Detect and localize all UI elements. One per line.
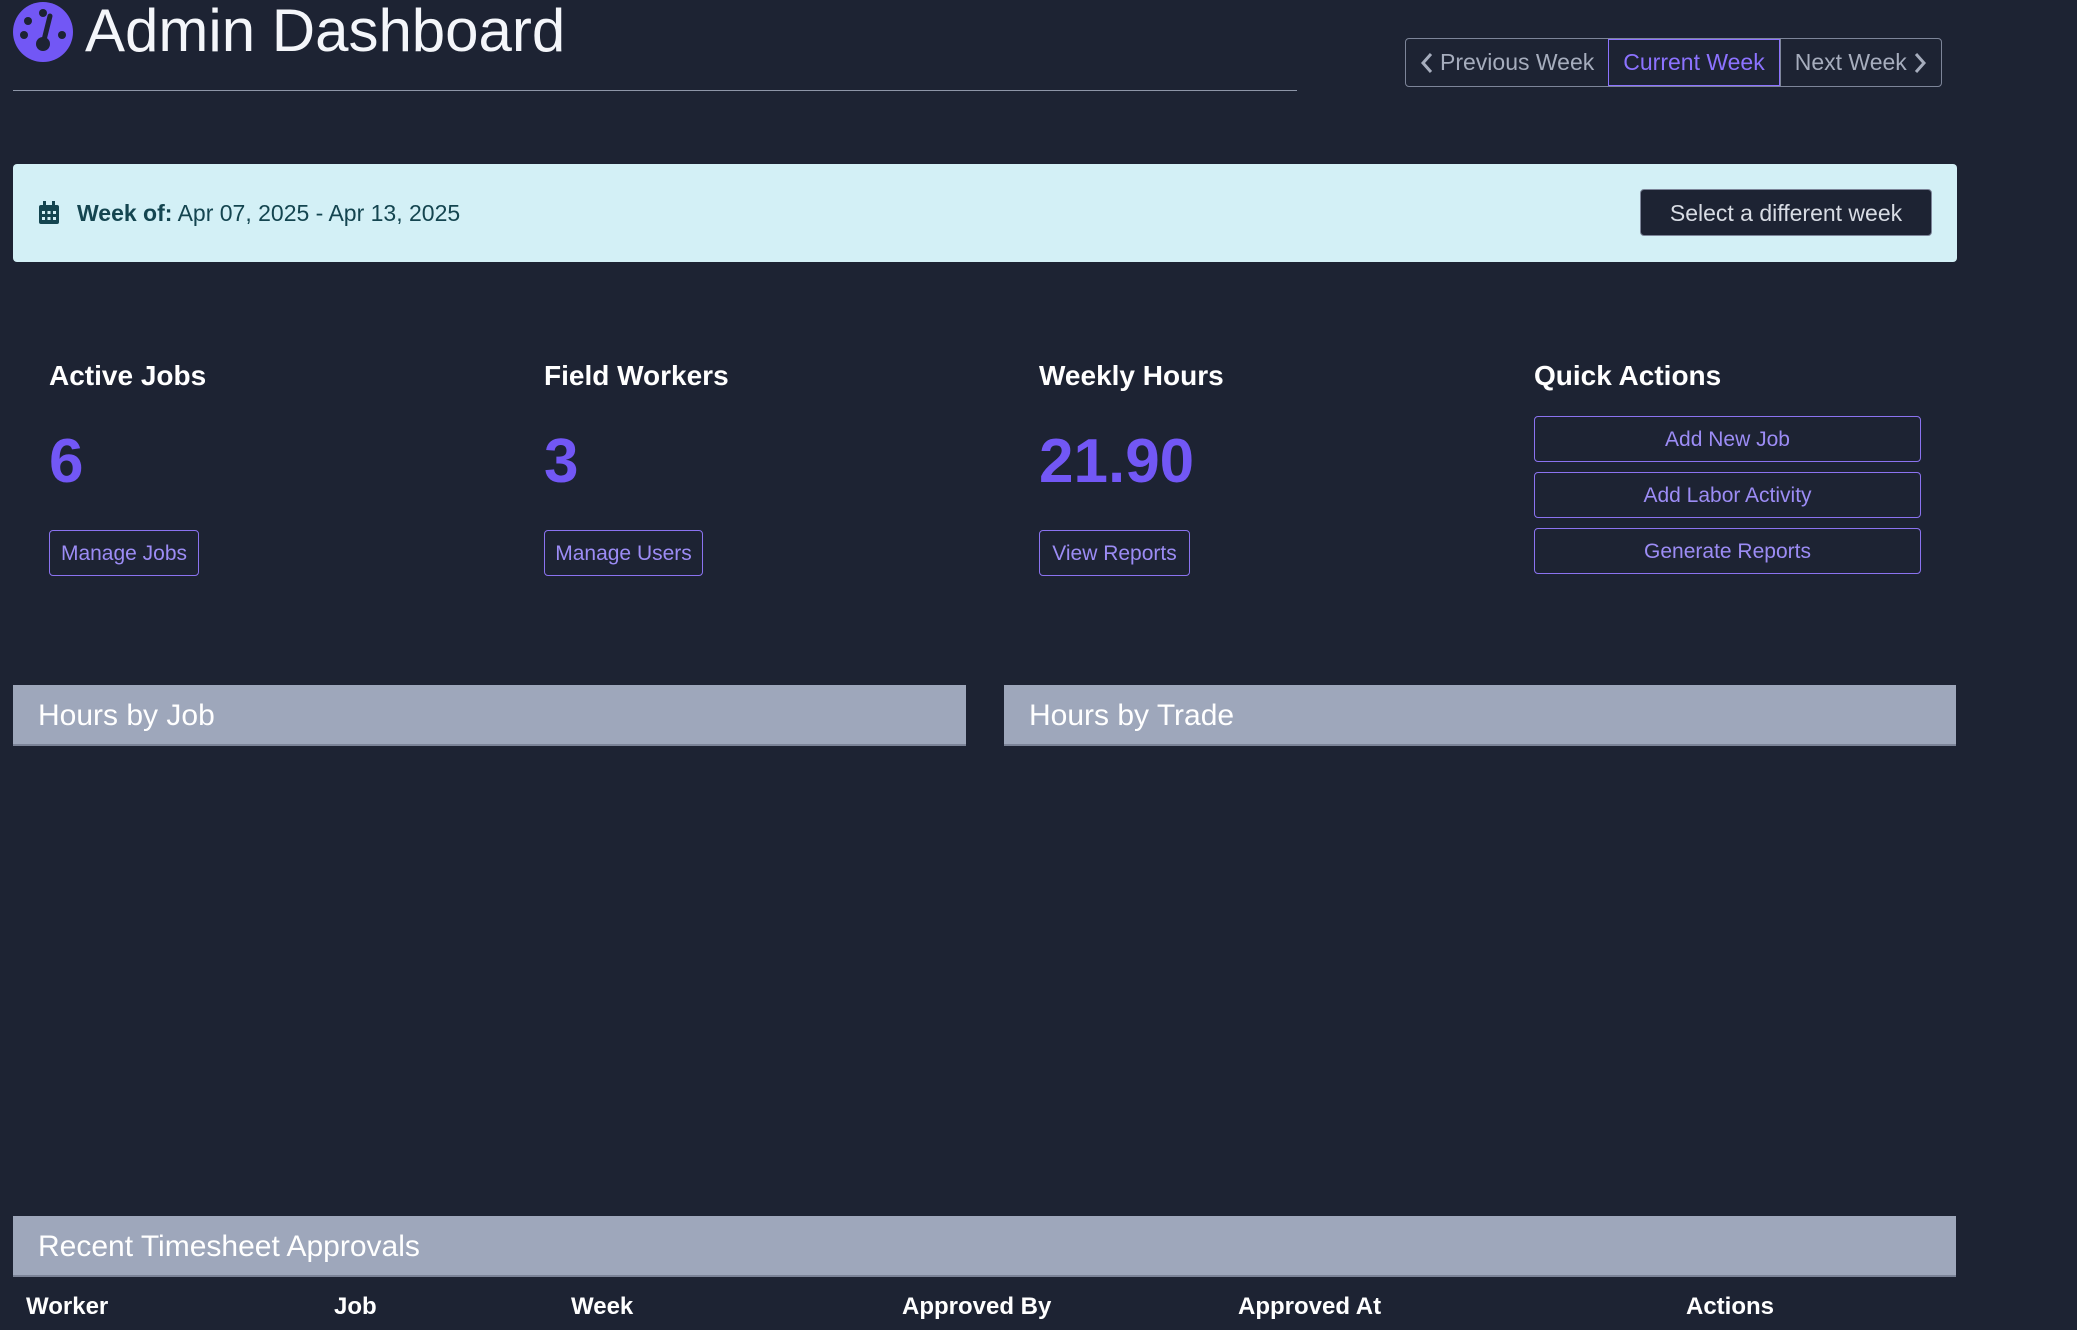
hours-by-job-header: Hours by Job (13, 685, 966, 746)
week-range-value: Apr 07, 2025 - Apr 13, 2025 (177, 200, 461, 226)
field-workers-title: Field Workers (544, 360, 729, 391)
recent-approvals-header: Recent Timesheet Approvals (13, 1216, 1956, 1277)
title-divider (13, 90, 1297, 91)
previous-week-button[interactable]: Previous Week (1406, 39, 1608, 86)
column-header-approved-at: Approved At (1238, 1293, 1382, 1320)
chevron-right-icon (1914, 52, 1926, 73)
column-header-job: Job (334, 1293, 377, 1320)
generate-reports-button[interactable]: Generate Reports (1534, 528, 1921, 574)
add-labor-activity-button[interactable]: Add Labor Activity (1534, 472, 1921, 518)
column-header-week: Week (571, 1293, 634, 1320)
page-title: Admin Dashboard (85, 0, 566, 64)
week-of-label: Week of: (77, 200, 173, 226)
column-header-approved-by: Approved By (902, 1293, 1052, 1320)
week-navigation: Previous Week Current Week Next Week (1405, 38, 1942, 87)
calendar-icon (39, 201, 59, 224)
week-range: Week of: Apr 07, 2025 - Apr 13, 2025 (77, 198, 460, 228)
manage-jobs-button[interactable]: Manage Jobs (49, 530, 199, 576)
manage-users-button[interactable]: Manage Users (544, 530, 703, 576)
active-jobs-value: 6 (49, 427, 84, 496)
next-week-button[interactable]: Next Week (1779, 39, 1941, 86)
field-workers-value: 3 (544, 427, 579, 496)
view-reports-button[interactable]: View Reports (1039, 530, 1190, 576)
column-header-worker: Worker (26, 1293, 109, 1320)
week-banner: Week of: Apr 07, 2025 - Apr 13, 2025 Sel… (13, 164, 1957, 262)
active-jobs-title: Active Jobs (49, 360, 207, 391)
previous-week-label: Previous Week (1440, 49, 1595, 75)
column-header-actions: Actions (1686, 1293, 1775, 1320)
chevron-left-icon (1420, 52, 1433, 73)
tachometer-icon (13, 2, 73, 62)
add-new-job-button[interactable]: Add New Job (1534, 416, 1921, 462)
weekly-hours-value: 21.90 (1039, 427, 1195, 496)
select-different-week-button[interactable]: Select a different week (1640, 189, 1932, 236)
current-week-label: Current Week (1623, 49, 1765, 75)
hours-by-trade-header: Hours by Trade (1004, 685, 1956, 746)
quick-actions-title: Quick Actions (1534, 360, 1722, 391)
weekly-hours-title: Weekly Hours (1039, 360, 1224, 391)
current-week-button[interactable]: Current Week (1608, 39, 1780, 86)
next-week-label: Next Week (1794, 49, 1907, 75)
